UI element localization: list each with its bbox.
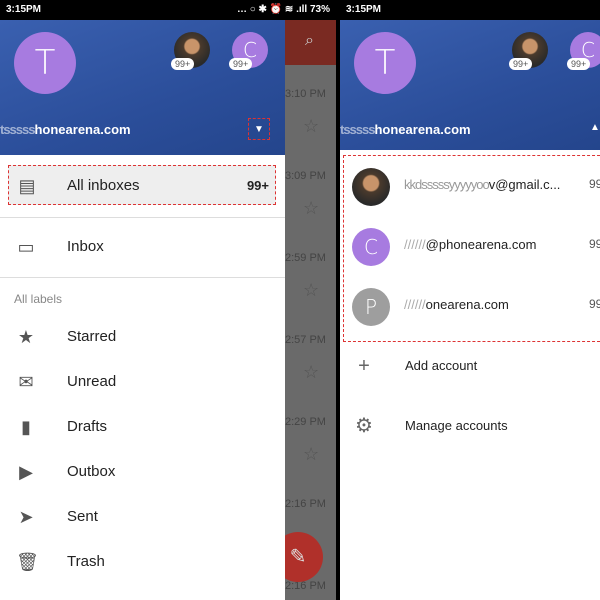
star-icon[interactable]: ☆ xyxy=(303,362,319,383)
send-icon: ➤ xyxy=(18,507,34,527)
unread-badge: 99+ xyxy=(509,58,533,70)
status-bar: 3:15PM … ○ ✱ ⏰ ≋ .ıll 73% xyxy=(0,0,336,20)
current-account-avatar[interactable]: T xyxy=(14,32,76,94)
email-time: 2:16 PM xyxy=(285,580,326,592)
all-inboxes-count: 99+ xyxy=(246,178,269,193)
account-dropdown-toggle[interactable]: ▼ xyxy=(248,118,270,140)
menu-unread[interactable]: ✉ Unread xyxy=(0,362,285,402)
search-icon[interactable]: ⌕ xyxy=(305,32,314,50)
email-time: 3:09 PM xyxy=(285,170,326,182)
toolbar: ⌕ xyxy=(285,20,336,65)
caret-down-icon: ▼ xyxy=(254,124,264,135)
plus-icon: + xyxy=(358,355,370,377)
gear-icon: ⚙ xyxy=(355,415,373,437)
pencil-icon: ✎ xyxy=(289,546,307,568)
current-account-avatar[interactable]: T xyxy=(354,32,416,94)
menu-inbox[interactable]: ▭ Inbox xyxy=(0,227,285,267)
email-time: 2:29 PM xyxy=(285,416,326,428)
outbox-icon: ▶ xyxy=(19,462,33,482)
right-screenshot: 3:15PM T 99+ C 99+ tssssshonearena.com ▲… xyxy=(340,0,600,600)
trash-icon: 🗑 xyxy=(16,552,39,572)
labels-heading: All labels xyxy=(14,292,63,306)
account-email: tssssshonearena.com xyxy=(340,122,471,137)
unread-badge: 99+ xyxy=(229,58,253,70)
menu-outbox[interactable]: ▶ Outbox xyxy=(0,452,285,492)
status-time: 3:15PM xyxy=(6,4,42,15)
drawer-header: T 99+ C 99+ tssssshonearena.com ▲ xyxy=(340,20,600,150)
account-avatar xyxy=(352,168,390,206)
menu-sent[interactable]: ➤ Sent xyxy=(0,497,285,537)
account-list: kkdsssssyyyyyoov@gmail.c... 99 C//////@ph… xyxy=(343,155,600,342)
envelope-icon: ✉ xyxy=(18,372,34,392)
status-icons: … ○ ✱ ⏰ ≋ .ıll xyxy=(236,4,308,15)
inbox-icon: ▭ xyxy=(17,237,35,257)
add-account-button[interactable]: + Add account xyxy=(340,346,600,386)
divider xyxy=(0,217,285,218)
compose-fab[interactable]: ✎ xyxy=(285,532,323,582)
menu-drafts[interactable]: ▮ Drafts xyxy=(0,407,285,447)
email-time: 2:16 PM xyxy=(285,498,326,510)
battery-level: 73% xyxy=(309,4,330,15)
caret-up-icon[interactable]: ▲ xyxy=(590,122,600,133)
email-time: 2:57 PM xyxy=(285,334,326,346)
unread-badge: 99+ xyxy=(567,58,591,70)
star-icon[interactable]: ☆ xyxy=(303,198,319,219)
divider xyxy=(0,277,285,278)
unread-badge: 99+ xyxy=(171,58,195,70)
draft-file-icon: ▮ xyxy=(21,417,31,437)
account-item[interactable]: kkdsssssyyyyyoov@gmail.c... 99 xyxy=(344,162,600,212)
star-icon[interactable]: ☆ xyxy=(303,444,319,465)
star-icon: ★ xyxy=(17,327,35,347)
drawer-header: T 99+ C 99+ tssssshonearena.com ▼ xyxy=(0,20,285,155)
star-icon[interactable]: ☆ xyxy=(303,280,319,301)
email-list-background: ⌕ 3:10 PM ☆ 3:09 PM ☆ 2:59 PM ☆ 2:57 PM ☆ 2:… xyxy=(285,20,336,600)
status-bar: 3:15PM xyxy=(340,0,600,20)
star-icon[interactable]: ☆ xyxy=(303,116,319,137)
menu-trash[interactable]: 🗑 Trash xyxy=(0,542,285,582)
account-item[interactable]: P//////onearena.com 99 xyxy=(344,282,600,332)
account-email: tssssshonearena.com xyxy=(0,122,131,137)
email-time: 2:59 PM xyxy=(285,252,326,264)
status-time: 3:15PM xyxy=(346,4,382,15)
manage-accounts-button[interactable]: ⚙ Manage accounts xyxy=(340,406,600,446)
inboxes-icon: ▤ xyxy=(18,176,36,196)
account-avatar: P xyxy=(352,288,390,326)
left-screenshot: 3:15PM … ○ ✱ ⏰ ≋ .ıll 73% ⌕ 3:10 PM ☆ 3:09… xyxy=(0,0,336,600)
menu-starred[interactable]: ★ Starred xyxy=(0,317,285,357)
email-time: 3:10 PM xyxy=(285,88,326,100)
account-item[interactable]: C//////@phonearena.com 99 xyxy=(344,222,600,272)
menu-all-inboxes[interactable]: ▤ All inboxes 99+ xyxy=(8,165,276,205)
account-avatar: C xyxy=(352,228,390,266)
